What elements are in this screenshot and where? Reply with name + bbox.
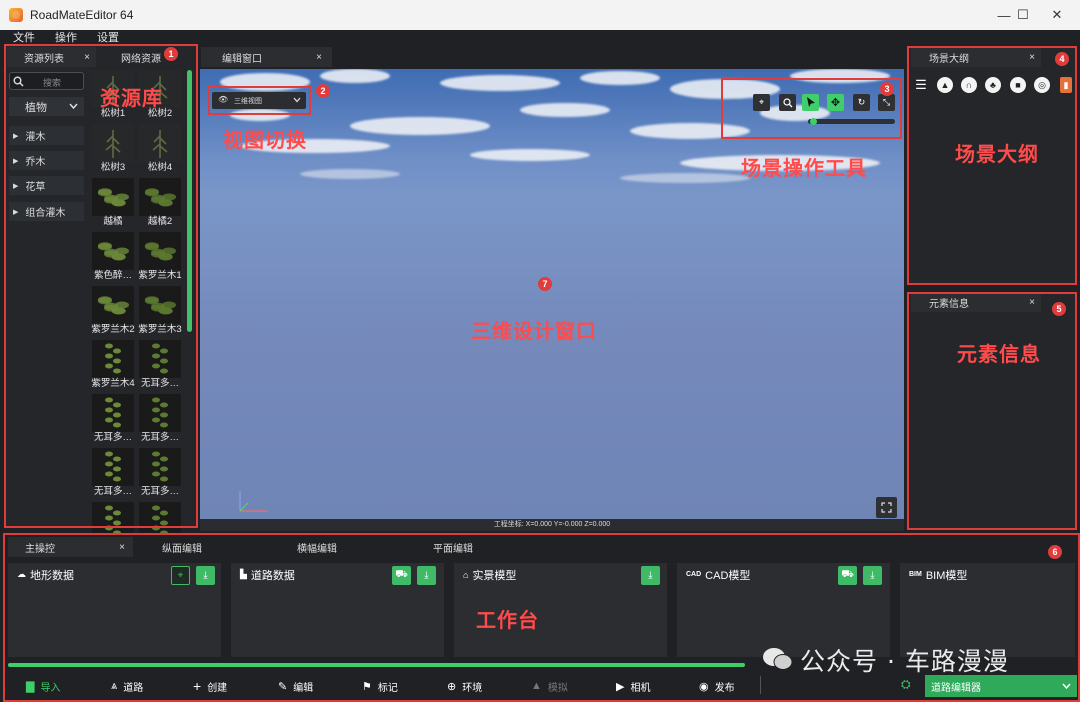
annotation-box-view-switch <box>208 86 311 115</box>
close-icon[interactable]: × <box>316 52 322 63</box>
annotation-badge-4: 4 <box>1055 52 1069 66</box>
window-title: RoadMateEditor 64 <box>30 8 134 22</box>
annotation-box-element-info <box>907 292 1077 530</box>
menu-operate[interactable]: 操作 <box>55 29 77 45</box>
annotation-label-workbench: 工作台 <box>476 608 539 632</box>
menu-settings[interactable]: 设置 <box>97 29 119 45</box>
annotation-box-scene-tools <box>721 78 902 139</box>
annotation-label-element-info: 元素信息 <box>957 342 1041 366</box>
annotation-label-library: 资源库 <box>100 86 163 110</box>
app-logo-icon <box>9 8 23 22</box>
annotation-label-view-switch: 视图切换 <box>223 128 307 152</box>
annotation-box-library <box>4 44 198 528</box>
annotation-box-workbench <box>3 533 1080 702</box>
annotation-label-scene-tools: 场景操作工具 <box>741 156 867 180</box>
annotation-badge-5: 5 <box>1052 302 1066 316</box>
menu-bar: 文件 操作 设置 <box>0 30 1080 44</box>
annotation-badge-2: 2 <box>316 84 330 98</box>
title-bar: RoadMateEditor 64 — ☐ ✕ <box>0 0 1080 30</box>
annotation-label-design-window: 三维设计窗口 <box>471 319 597 343</box>
coordinate-readout: 工程坐标: X=0.000 Y=-0.000 Z=0.000 <box>200 519 904 531</box>
fullscreen-icon <box>881 502 892 513</box>
close-button[interactable]: ✕ <box>1034 0 1080 30</box>
annotation-badge-1: 1 <box>164 47 178 61</box>
axis-gizmo-icon <box>239 491 268 512</box>
annotation-badge-7: 7 <box>538 277 552 291</box>
tab-edit-window[interactable]: 编辑窗口 × <box>201 47 332 67</box>
fullscreen-button[interactable] <box>876 497 897 518</box>
annotation-badge-6: 6 <box>1048 545 1062 559</box>
menu-file[interactable]: 文件 <box>13 29 35 45</box>
annotation-label-scene-outline: 场景大纲 <box>955 142 1039 166</box>
annotation-badge-3: 3 <box>880 82 894 96</box>
